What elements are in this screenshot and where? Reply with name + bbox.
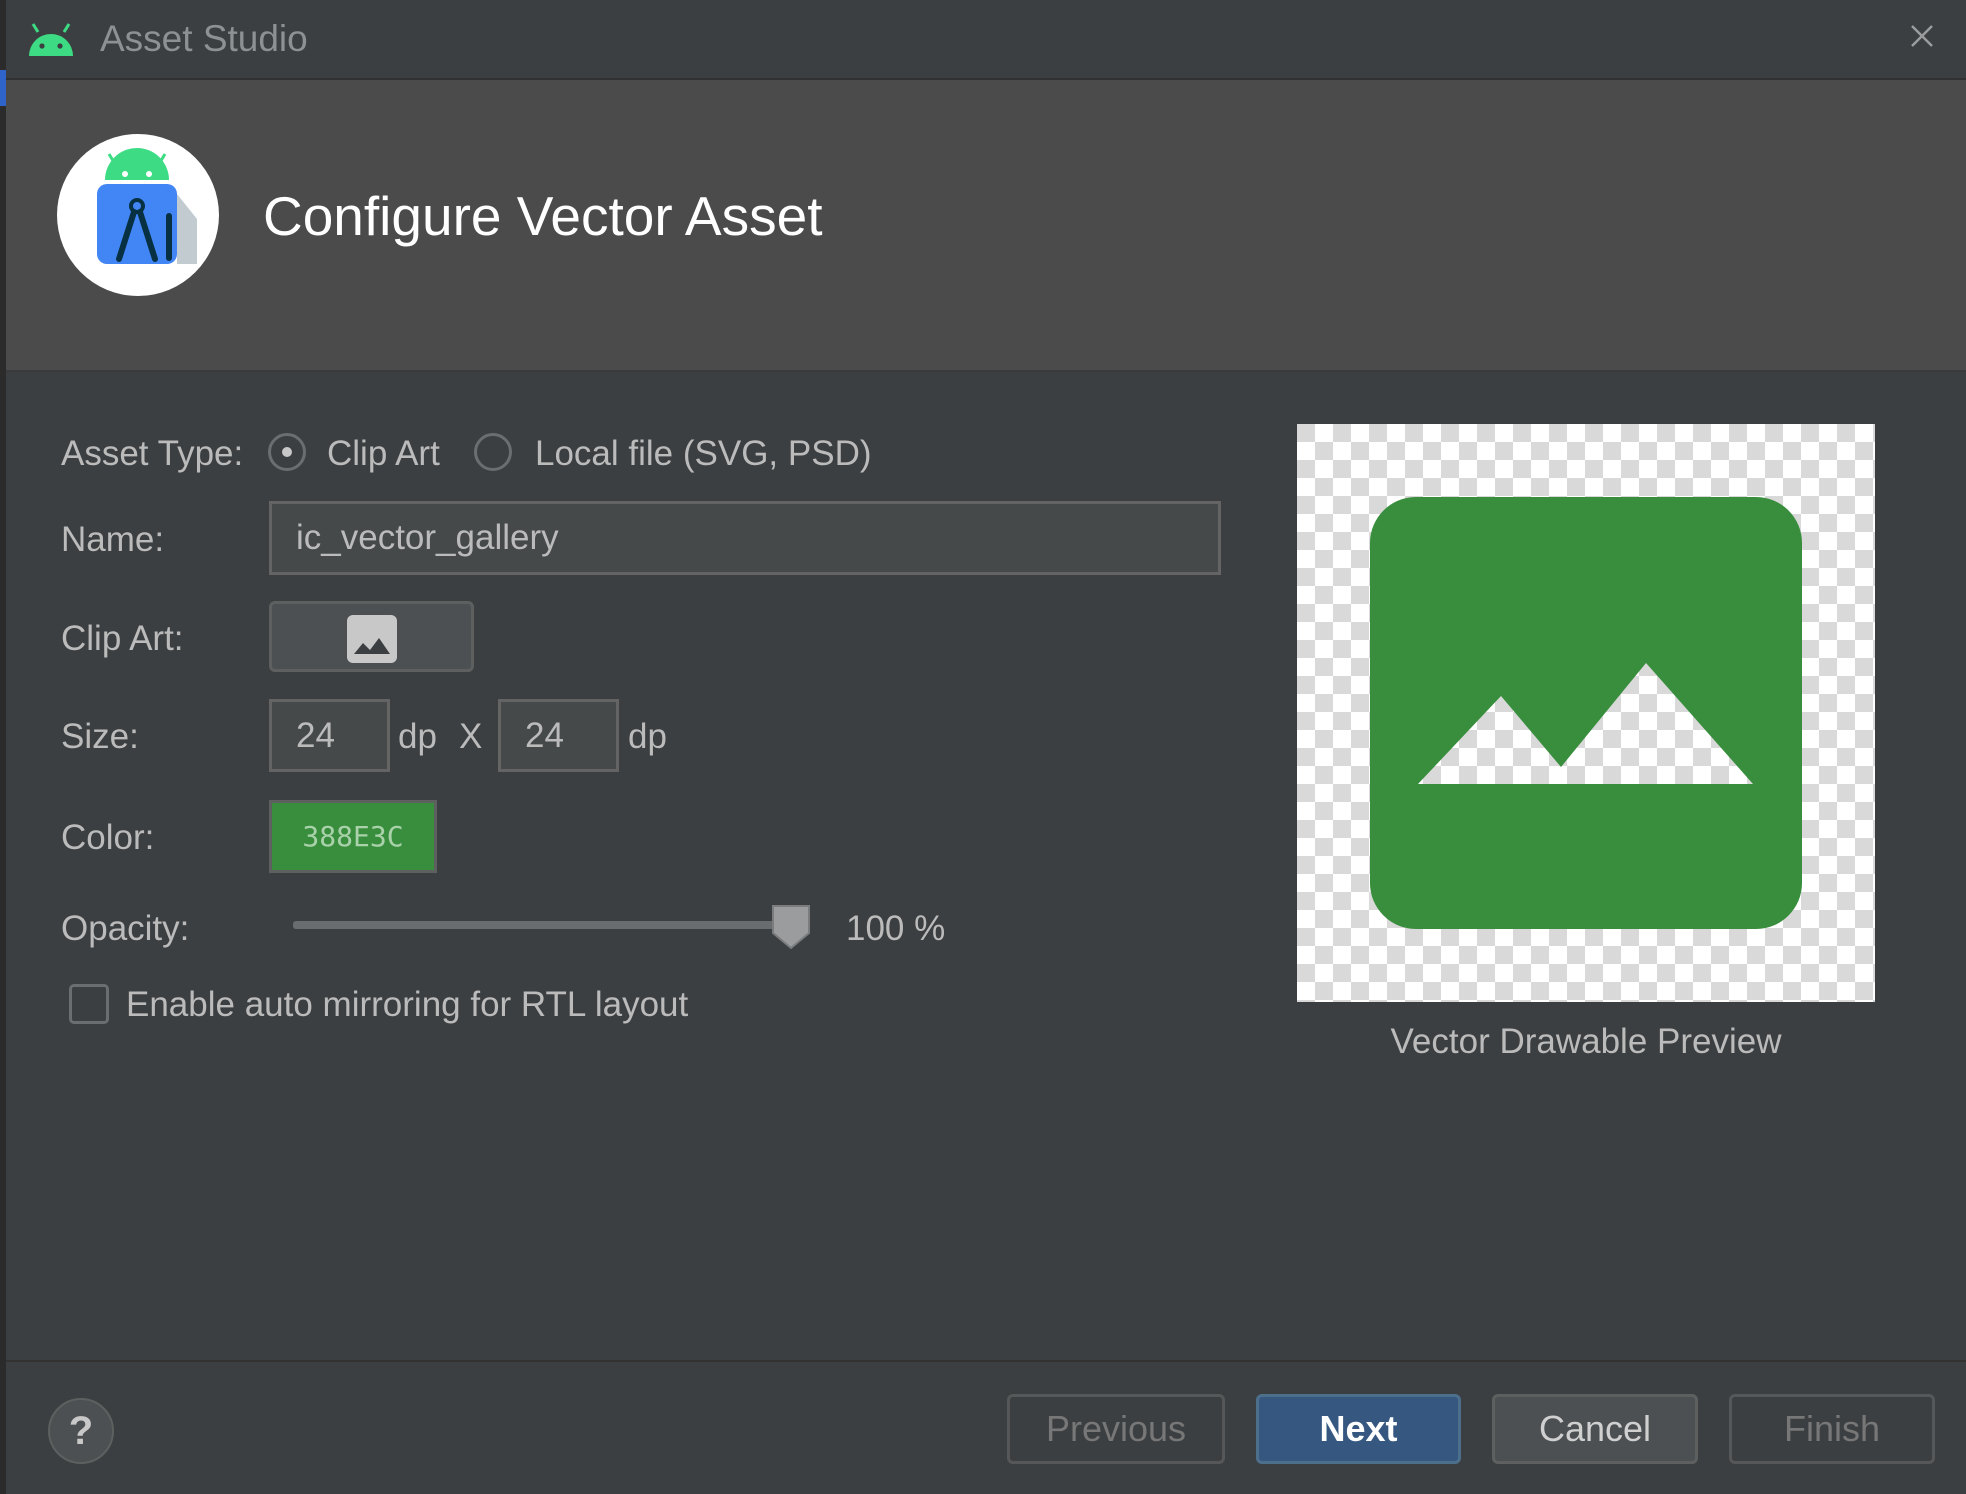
vector-drawable-preview bbox=[1297, 424, 1875, 1002]
help-icon: ? bbox=[68, 1408, 94, 1453]
previous-button[interactable]: Previous bbox=[1007, 1394, 1225, 1464]
asset-type-label: Asset Type: bbox=[61, 434, 244, 473]
name-input-value: ic_vector_gallery bbox=[296, 518, 559, 557]
cancel-button-label: Cancel bbox=[1538, 1408, 1652, 1449]
cancel-button[interactable]: Cancel bbox=[1492, 1394, 1698, 1464]
radio-local-file[interactable] bbox=[474, 433, 512, 471]
height-input[interactable]: 24 bbox=[498, 699, 619, 772]
clip-art-button[interactable] bbox=[269, 601, 474, 672]
auto-mirroring-checkbox[interactable] bbox=[69, 984, 109, 1024]
width-input[interactable]: 24 bbox=[269, 699, 390, 772]
width-unit-label: dp bbox=[398, 717, 437, 756]
android-studio-icon bbox=[97, 148, 197, 264]
help-button[interactable]: ? bbox=[48, 1398, 114, 1464]
size-separator: X bbox=[459, 717, 483, 756]
size-label: Size: bbox=[61, 717, 139, 756]
next-button[interactable]: Next bbox=[1256, 1394, 1461, 1464]
window-title: Asset Studio bbox=[100, 18, 308, 59]
opacity-slider[interactable] bbox=[293, 921, 793, 929]
height-input-value: 24 bbox=[525, 715, 564, 755]
opacity-label: Opacity: bbox=[61, 909, 190, 948]
width-input-value: 24 bbox=[296, 715, 335, 755]
opacity-slider-thumb[interactable] bbox=[770, 903, 812, 951]
height-unit-label: dp bbox=[628, 717, 667, 756]
close-icon[interactable] bbox=[1902, 16, 1942, 56]
finish-button[interactable]: Finish bbox=[1729, 1394, 1935, 1464]
footer-divider bbox=[6, 1360, 1966, 1362]
name-input[interactable]: ic_vector_gallery bbox=[269, 501, 1221, 575]
clip-art-label: Clip Art: bbox=[61, 619, 184, 658]
page-title: Configure Vector Asset bbox=[263, 185, 823, 247]
color-value: 388E3C bbox=[302, 820, 404, 853]
color-picker-button[interactable]: 388E3C bbox=[269, 800, 437, 873]
auto-mirroring-label[interactable]: Enable auto mirroring for RTL layout bbox=[126, 985, 688, 1025]
radio-selected-dot bbox=[282, 447, 292, 457]
color-label: Color: bbox=[61, 818, 155, 857]
android-studio-logo bbox=[57, 134, 219, 296]
radio-clip-art-label[interactable]: Clip Art bbox=[327, 434, 440, 474]
wizard-header: Configure Vector Asset bbox=[6, 80, 1966, 372]
preview-image-icon bbox=[1370, 497, 1802, 929]
radio-clip-art[interactable] bbox=[268, 433, 306, 471]
preview-caption: Vector Drawable Preview bbox=[1390, 1022, 1782, 1061]
previous-button-label: Previous bbox=[1045, 1408, 1187, 1449]
window-titlebar: Asset Studio bbox=[6, 0, 1966, 80]
next-button-label: Next bbox=[1319, 1408, 1398, 1449]
android-logo-icon bbox=[29, 23, 73, 56]
image-icon bbox=[347, 615, 397, 663]
opacity-value: 100 % bbox=[846, 909, 946, 948]
radio-local-file-label[interactable]: Local file (SVG, PSD) bbox=[535, 434, 872, 474]
finish-button-label: Finish bbox=[1783, 1408, 1881, 1449]
name-label: Name: bbox=[61, 520, 165, 559]
